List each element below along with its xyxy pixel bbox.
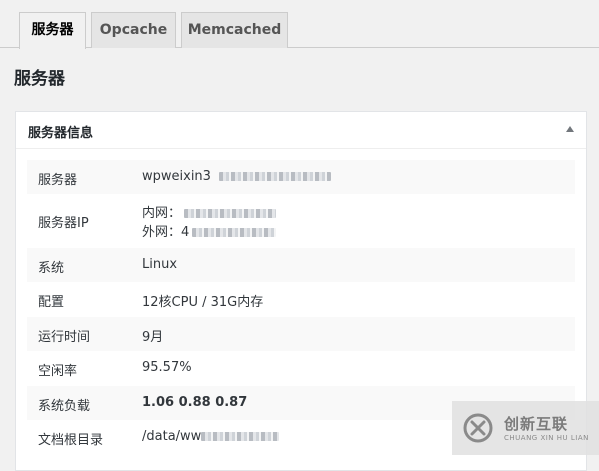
redacted-block: [218, 172, 331, 181]
row-value: 9月: [142, 330, 164, 345]
row-value: 12核CPU / 31G内存: [142, 295, 264, 310]
row-label: 文档根目录: [38, 433, 104, 448]
hostname: wpweixin3: [142, 169, 211, 184]
table-row: 服务器IP 内网： 外网：4: [27, 194, 575, 248]
row-value: Linux: [142, 257, 178, 272]
row-value: wpweixin3: [142, 169, 331, 184]
row-value: 95.57%: [142, 360, 192, 375]
tab-bar: 服务器 Opcache Memcached: [0, 0, 599, 49]
watermark-name-en: CHUANG XIN HU LIAN: [504, 434, 589, 442]
redacted-block: [201, 432, 280, 441]
triangle-up-icon[interactable]: [566, 126, 574, 132]
row-label: 系统: [38, 261, 65, 276]
row-label: 配置: [38, 295, 65, 310]
row-value: 1.06 0.88 0.87: [142, 395, 248, 410]
row-label: 空闲率: [38, 364, 78, 379]
page-title: 服务器: [14, 69, 65, 89]
row-value-extranet: 外网：4: [142, 221, 277, 240]
row-label: 系统负载: [38, 399, 91, 414]
tab-server[interactable]: 服务器: [19, 12, 86, 49]
row-label: 运行时间: [38, 330, 91, 345]
row-label: 服务器: [38, 173, 78, 188]
tab-memcached[interactable]: Memcached: [181, 12, 288, 48]
watermark: 创新互联 CHUANG XIN HU LIAN: [452, 401, 599, 455]
extranet-label: 外网：4: [142, 225, 190, 240]
row-value: /data/ww: [142, 429, 280, 444]
table-row: 空闲率 95.57%: [27, 351, 575, 386]
panel-title: 服务器信息: [28, 126, 94, 141]
tab-opcache[interactable]: Opcache: [91, 12, 176, 48]
doc-root-path: /data/ww: [142, 429, 202, 444]
chuangxin-logo-icon: [463, 413, 493, 443]
table-row: 系统 Linux: [27, 248, 575, 282]
redacted-block: [192, 228, 277, 237]
table-row: 配置 12核CPU / 31G内存: [27, 282, 575, 317]
table-row: 运行时间 9月: [27, 317, 575, 351]
intranet-label: 内网：: [142, 206, 182, 221]
table-row: 服务器 wpweixin3: [27, 160, 575, 194]
row-label: 服务器IP: [38, 216, 89, 231]
row-value-intranet: 内网：: [142, 202, 277, 221]
watermark-name-cn: 创新互联: [504, 415, 569, 433]
panel-header[interactable]: 服务器信息: [16, 112, 586, 149]
redacted-block: [184, 209, 277, 218]
